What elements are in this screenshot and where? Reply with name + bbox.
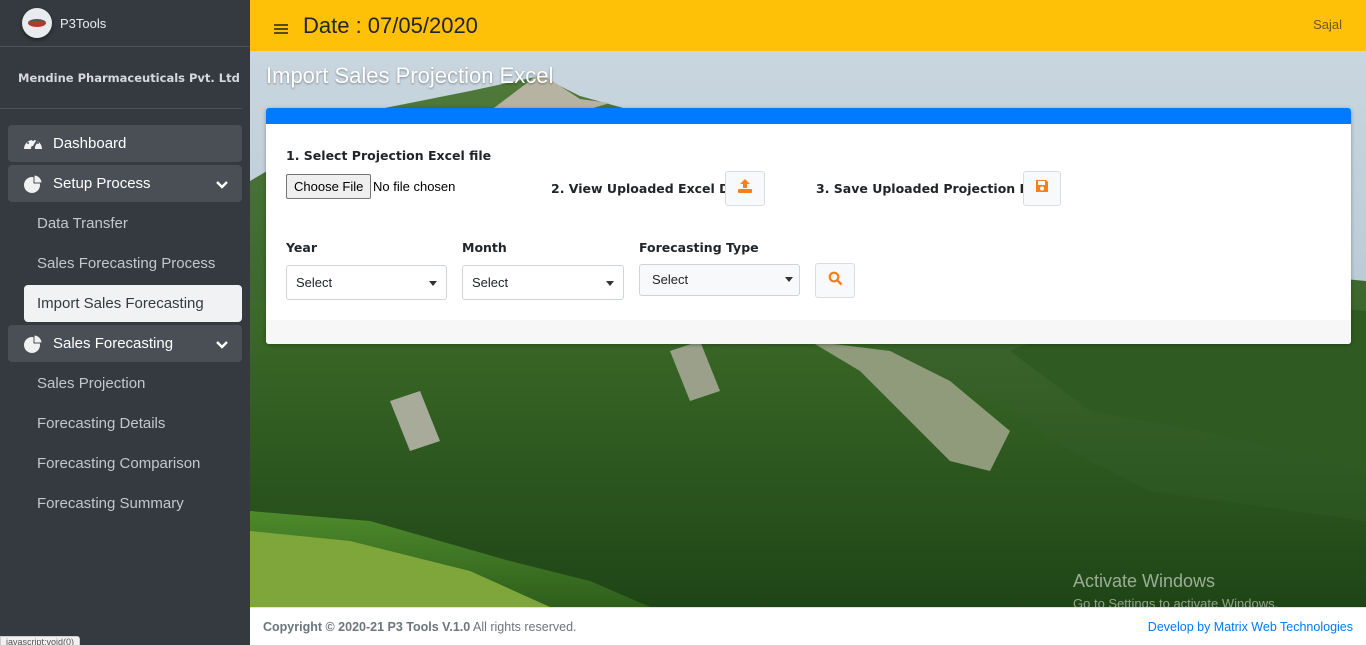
sidebar-item-dashboard[interactable]: Dashboard xyxy=(8,125,242,162)
sidebar-item-label: Forecasting Details xyxy=(37,415,166,432)
month-select[interactable]: Select xyxy=(462,265,624,300)
search-icon xyxy=(828,271,843,291)
sidebar-item-sales-forecasting[interactable]: Sales Forecasting xyxy=(8,325,242,362)
hamburger-menu-icon[interactable] xyxy=(274,22,288,36)
sidebar-item-label: Data Transfer xyxy=(37,215,128,232)
month-label: Month xyxy=(462,240,507,255)
user-name[interactable]: Sajal xyxy=(1313,17,1342,32)
sidebar-item-label: Forecasting Comparison xyxy=(37,455,201,472)
month-select-value: Select xyxy=(472,275,509,290)
sidebar-item-import-sales-forecasting[interactable]: Import Sales Forecasting xyxy=(24,285,242,322)
import-card: 1. Select Projection Excel file Choose F… xyxy=(266,108,1351,344)
choose-file-button[interactable]: Choose File xyxy=(286,174,372,199)
chevron-down-icon xyxy=(216,177,228,194)
sidebar-item-forecasting-comparison[interactable]: Forecasting Comparison xyxy=(8,445,242,482)
developer-link[interactable]: Develop by Matrix Web Technologies xyxy=(1148,620,1353,634)
year-label: Year xyxy=(286,240,317,255)
sidebar-nav: Dashboard Setup Process Data Transfer Sa… xyxy=(0,109,250,522)
sidebar: P3Tools Mendine Pharmaceuticals Pvt. Ltd… xyxy=(0,0,250,645)
step2-label: 2. View Uploaded Excel Data xyxy=(551,181,753,196)
sidebar-item-label: Forecasting Summary xyxy=(37,495,184,512)
sidebar-item-forecasting-details[interactable]: Forecasting Details xyxy=(8,405,242,442)
rights-text: All rights reserved. xyxy=(470,619,577,634)
caret-down-icon xyxy=(785,277,793,282)
sidebar-item-setup-process[interactable]: Setup Process xyxy=(8,165,242,202)
card-footer xyxy=(266,320,1351,344)
sidebar-item-label: Sales Projection xyxy=(37,375,146,392)
chevron-down-icon xyxy=(216,337,228,354)
step1-label: 1. Select Projection Excel file xyxy=(286,148,492,163)
brand-logo xyxy=(22,8,52,38)
activate-windows-title: Activate Windows xyxy=(1073,571,1216,591)
sidebar-item-label: Sales Forecasting xyxy=(53,335,174,352)
file-status-text: No file chosen xyxy=(373,179,456,194)
save-icon xyxy=(1035,179,1049,198)
sidebar-item-sales-forecasting-process[interactable]: Sales Forecasting Process xyxy=(8,245,242,282)
caret-down-icon xyxy=(429,281,437,286)
footer: Copyright © 2020-21 P3 Tools V.1.0 All r… xyxy=(250,607,1366,645)
forecasting-type-label: Forecasting Type xyxy=(639,240,759,255)
sidebar-item-label: Import Sales Forecasting xyxy=(37,295,204,312)
pie-chart-icon xyxy=(22,173,44,195)
upload-button[interactable] xyxy=(725,171,765,206)
content-wrapper: Import Sales Projection Excel 1. Select … xyxy=(250,51,1366,607)
sidebar-item-forecasting-summary[interactable]: Forecasting Summary xyxy=(8,485,242,522)
forecasting-type-select-value: Select xyxy=(652,272,689,287)
step3-label: 3. Save Uploaded Projection Data xyxy=(816,181,1053,196)
year-select-value: Select xyxy=(296,275,333,290)
card-header-bar xyxy=(266,108,1351,124)
brand-name: P3Tools xyxy=(60,15,107,31)
forecasting-type-select[interactable]: Select xyxy=(639,264,800,296)
copyright-strong: Copyright © 2020-21 P3 Tools V.1.0 xyxy=(263,619,471,634)
caret-down-icon xyxy=(606,281,614,286)
sidebar-item-sales-projection[interactable]: Sales Projection xyxy=(8,365,242,402)
sidebar-item-label: Sales Forecasting Process xyxy=(37,255,216,272)
sidebar-item-data-transfer[interactable]: Data Transfer xyxy=(8,205,242,242)
copyright-text: Copyright © 2020-21 P3 Tools V.1.0 All r… xyxy=(263,620,577,634)
sidebar-item-label: Setup Process xyxy=(53,175,151,192)
upload-icon xyxy=(737,178,753,199)
tachometer-icon xyxy=(22,133,44,155)
sidebar-item-label: Dashboard xyxy=(53,135,127,152)
save-button[interactable] xyxy=(1023,171,1061,206)
page-date: Date : 07/05/2020 xyxy=(303,12,478,38)
brand-link[interactable]: P3Tools xyxy=(0,0,250,47)
search-button[interactable] xyxy=(815,263,855,298)
activate-windows-subtitle: Go to Settings to activate Windows. xyxy=(1073,596,1279,607)
top-navbar: Date : 07/05/2020 Sajal xyxy=(250,0,1366,51)
year-select[interactable]: Select xyxy=(286,265,447,300)
browser-status-bar: javascript:void(0) xyxy=(0,636,81,645)
company-name: Mendine Pharmaceuticals Pvt. Ltd xyxy=(0,47,242,109)
pie-chart-icon xyxy=(22,333,44,355)
page-title: Import Sales Projection Excel xyxy=(266,63,554,88)
